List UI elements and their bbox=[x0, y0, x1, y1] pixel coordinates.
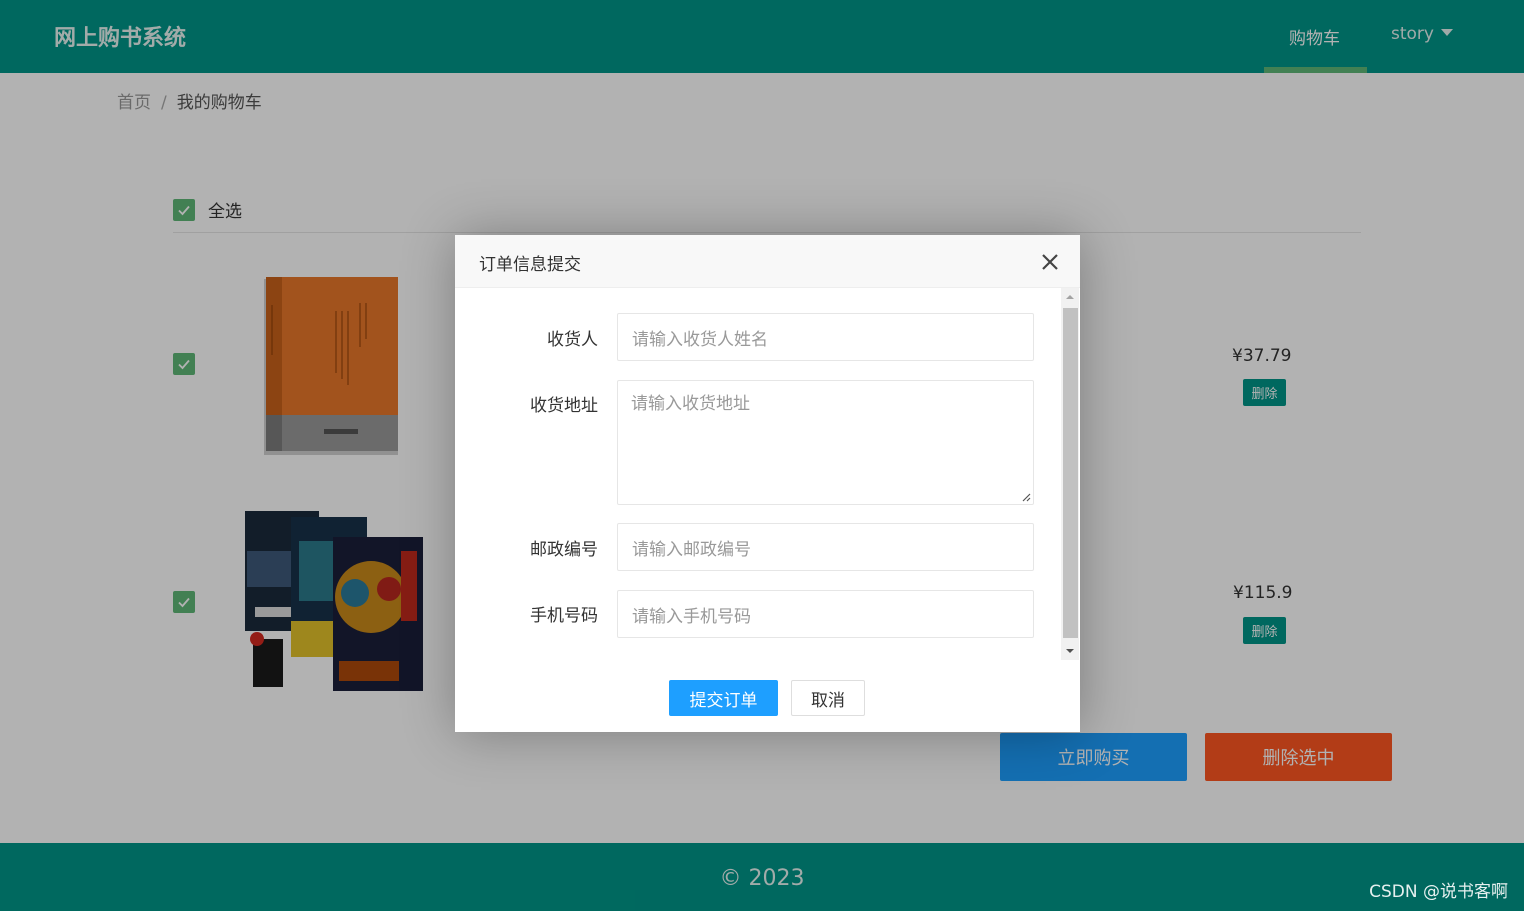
submit-order-button[interactable]: 提交订单 bbox=[669, 680, 778, 716]
scroll-up-arrow-icon[interactable] bbox=[1061, 288, 1079, 306]
watermark: CSDN @说书客啊 bbox=[1369, 882, 1508, 902]
dialog-title: 订单信息提交 bbox=[479, 255, 581, 275]
order-dialog: 订单信息提交 收货人 请输入收货人姓名 收货地址 请输入收货地址 邮政编号 请输… bbox=[455, 235, 1080, 732]
receiver-name-input[interactable]: 请输入收货人姓名 bbox=[617, 313, 1034, 361]
address-label: 收货地址 bbox=[530, 396, 598, 416]
postcode-label: 邮政编号 bbox=[530, 540, 598, 560]
dialog-body: 收货人 请输入收货人姓名 收货地址 请输入收货地址 邮政编号 请输入邮政编号 手… bbox=[455, 288, 1080, 660]
phone-label: 手机号码 bbox=[530, 606, 598, 626]
postcode-input[interactable]: 请输入邮政编号 bbox=[617, 523, 1034, 571]
phone-input[interactable]: 请输入手机号码 bbox=[617, 590, 1034, 638]
cancel-button[interactable]: 取消 bbox=[791, 680, 865, 716]
scrollbar-thumb[interactable] bbox=[1063, 308, 1078, 638]
receiver-label: 收货人 bbox=[547, 330, 598, 350]
address-placeholder: 请输入收货地址 bbox=[631, 394, 750, 414]
dialog-header: 订单信息提交 bbox=[455, 235, 1080, 288]
resize-grip-icon[interactable] bbox=[1021, 492, 1031, 502]
close-icon[interactable] bbox=[1040, 252, 1060, 272]
scroll-down-arrow-icon[interactable] bbox=[1061, 642, 1079, 660]
dialog-scrollbar[interactable] bbox=[1061, 288, 1079, 660]
address-textarea[interactable]: 请输入收货地址 bbox=[617, 380, 1034, 505]
